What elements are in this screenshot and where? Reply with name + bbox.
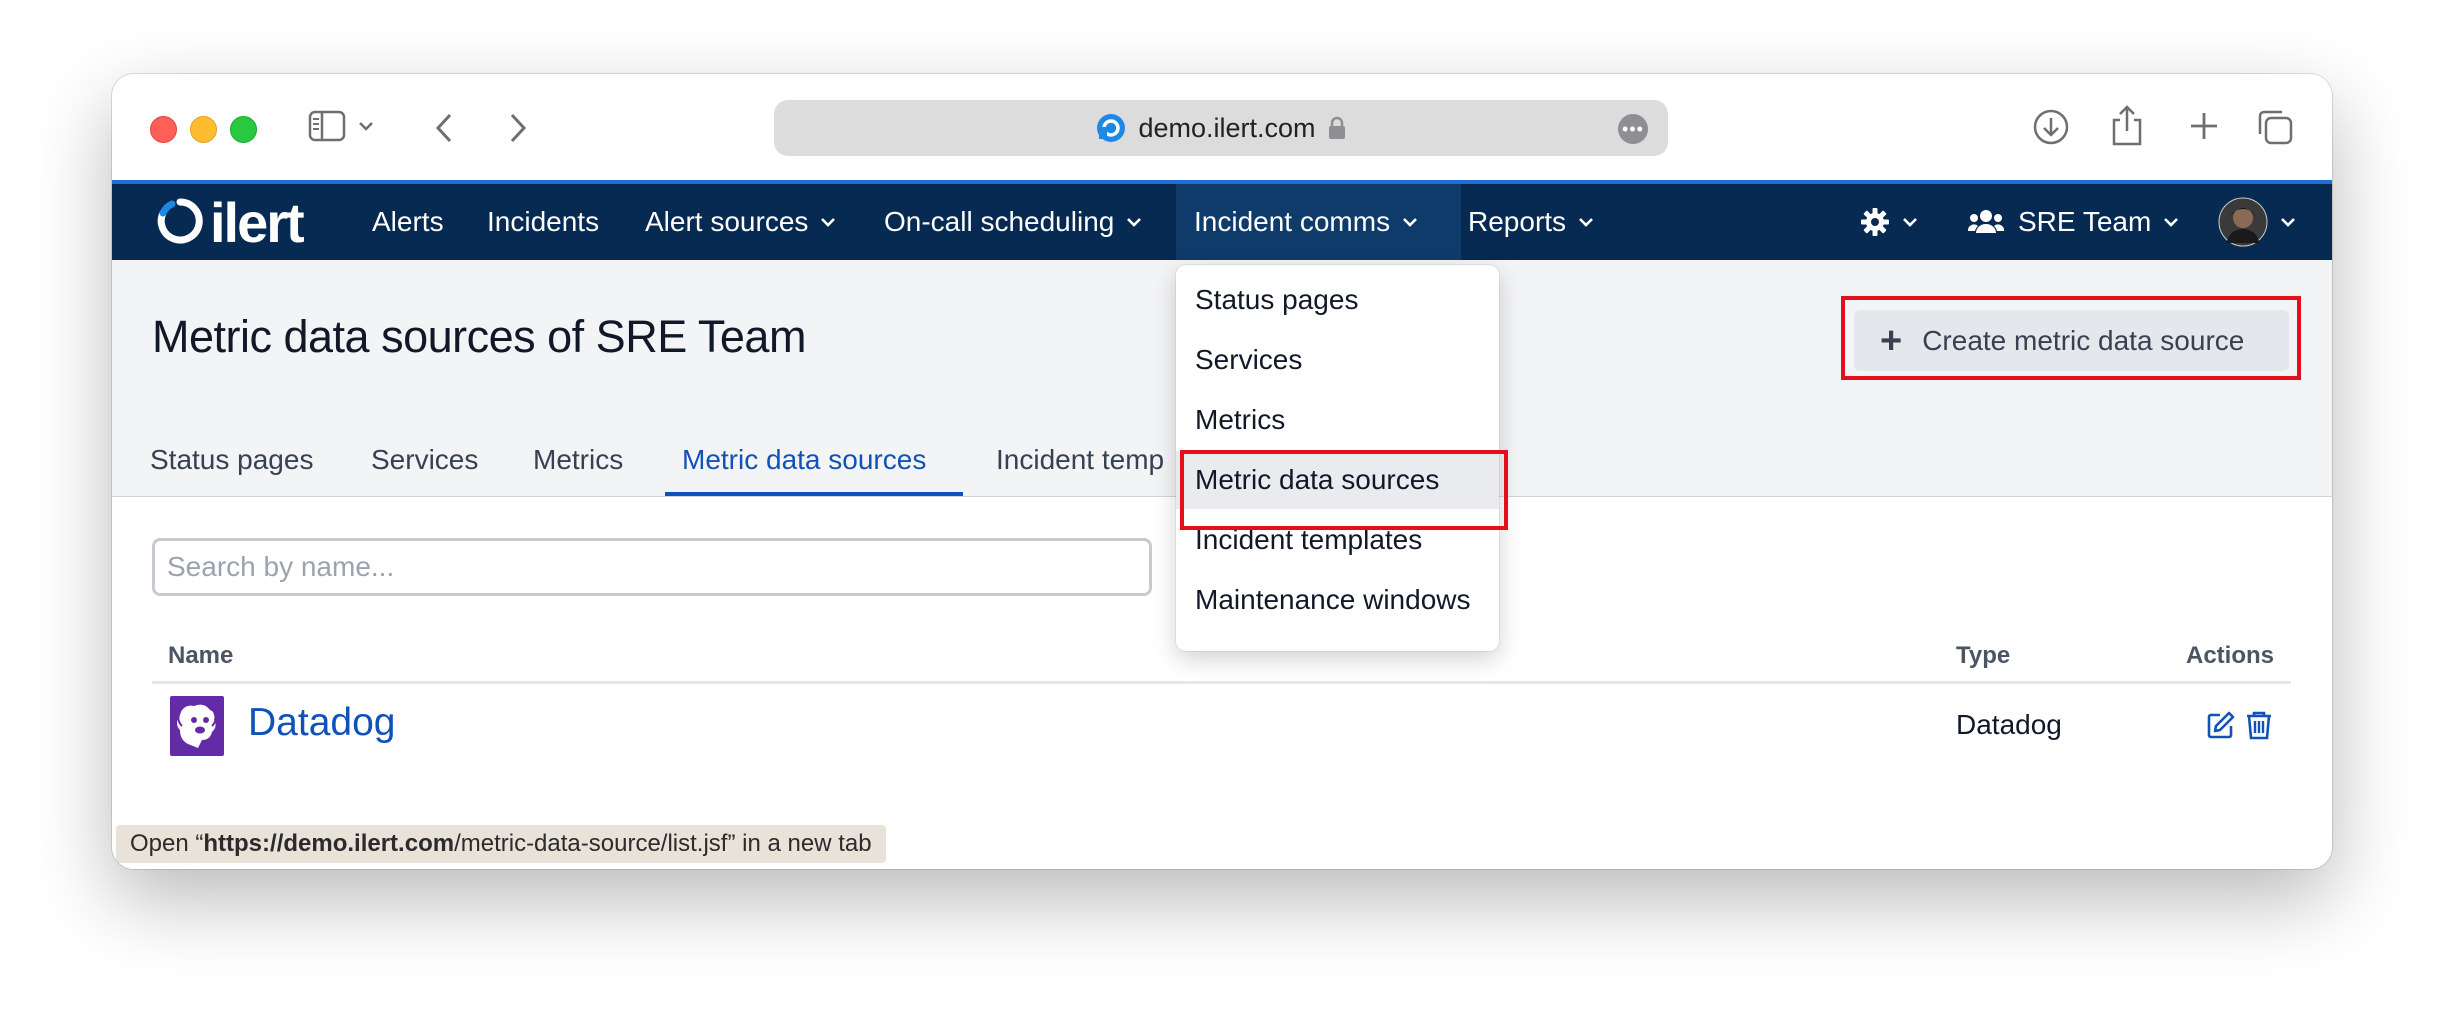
tab-services[interactable]: Services [371, 444, 478, 476]
chevron-down-icon [1403, 218, 1417, 227]
chevron-down-icon [1903, 218, 1917, 227]
menu-item-status-pages[interactable]: Status pages [1176, 271, 1499, 329]
chevron-down-icon [1127, 218, 1142, 227]
nav-incidents[interactable]: Incidents [487, 184, 599, 260]
user-menu[interactable] [2218, 184, 2296, 260]
tab-incident-templates[interactable]: Incident temp [996, 444, 1164, 476]
ilert-logo[interactable]: ilert [156, 190, 305, 254]
nav-on-call-scheduling[interactable]: On-call scheduling [884, 184, 1142, 260]
nav-incident-comms[interactable]: Incident comms [1176, 184, 1461, 260]
tab-overview-icon[interactable] [2256, 108, 2294, 146]
datasource-type: Datadog [1956, 709, 2062, 740]
chevron-down-icon [2281, 218, 2295, 227]
nav-incidents-label: Incidents [487, 206, 600, 237]
logo-text: ilert [210, 190, 305, 254]
nav-alerts[interactable]: Alerts [372, 184, 444, 260]
chevron-down-icon [821, 218, 836, 227]
close-window-button[interactable] [150, 116, 177, 143]
chevron-down-icon [1579, 218, 1593, 227]
statusbar-prefix: Open “ [130, 830, 204, 857]
highlight-box-menu-item [1180, 450, 1508, 530]
statusbar-path: /metric-data-source/list.jsf [454, 830, 728, 857]
ilert-logo-icon [157, 198, 203, 244]
page-title: Metric data sources of SRE Team [152, 311, 806, 362]
users-icon [1968, 210, 2004, 233]
gear-icon [1861, 208, 1889, 236]
sidebar-icon[interactable] [308, 110, 346, 142]
menu-item-services[interactable]: Services [1176, 331, 1499, 389]
address-url: demo.ilert.com [1138, 112, 1316, 143]
chevron-down-icon [2164, 218, 2179, 227]
address-bar[interactable]: demo.ilert.com ••• [774, 100, 1668, 156]
edit-icon[interactable] [2206, 710, 2236, 740]
datadog-icon [170, 696, 224, 756]
download-icon[interactable] [2032, 108, 2070, 146]
main-navbar: ilert Alerts Incidents Alert sources On-… [112, 180, 2332, 260]
link-preview-statusbar: Open “https://demo.ilert.com/metric-data… [116, 825, 886, 863]
nav-incident-comms-label: Incident comms [1194, 206, 1391, 237]
nav-reports-label: Reports [1468, 206, 1567, 237]
lock-icon [1328, 116, 1345, 139]
tab-metrics[interactable]: Metrics [533, 444, 623, 476]
statusbar-host: https://demo.ilert.com [203, 830, 455, 857]
nav-reports[interactable]: Reports [1468, 184, 1594, 260]
team-switcher[interactable]: SRE Team [1968, 184, 2179, 260]
chevron-down-icon[interactable] [358, 120, 374, 132]
minimize-window-button[interactable] [190, 116, 217, 143]
nav-alert-sources[interactable]: Alert sources [645, 184, 836, 260]
new-tab-icon[interactable] [2188, 110, 2220, 142]
datasource-name-link[interactable]: Datadog [248, 701, 395, 745]
team-label: SRE Team [2018, 206, 2152, 237]
search-input[interactable] [152, 538, 1152, 596]
column-header-actions: Actions [2186, 642, 2275, 669]
browser-toolbar: demo.ilert.com ••• [112, 74, 2332, 181]
column-header-type[interactable]: Type [1956, 642, 2010, 670]
share-icon[interactable] [2110, 104, 2144, 146]
tab-metric-data-sources[interactable]: Metric data sources [682, 444, 926, 476]
avatar [2218, 197, 2268, 247]
menu-item-maintenance-windows[interactable]: Maintenance windows [1176, 571, 1499, 629]
browser-window: demo.ilert.com ••• ilert Alerts Incident… [112, 74, 2332, 869]
menu-item-metrics[interactable]: Metrics [1176, 391, 1499, 449]
active-tab-indicator [665, 492, 963, 496]
nav-alerts-label: Alerts [372, 206, 444, 237]
settings-menu[interactable] [1860, 184, 1918, 260]
forward-icon[interactable] [508, 112, 528, 144]
back-icon[interactable] [434, 112, 454, 144]
nav-on-call-scheduling-label: On-call scheduling [884, 206, 1115, 237]
more-options-icon[interactable]: ••• [1618, 114, 1648, 144]
highlight-box-create [1841, 296, 2301, 380]
table-header-divider [152, 681, 2291, 684]
trash-icon[interactable] [2244, 710, 2274, 740]
column-header-name[interactable]: Name [168, 642, 233, 670]
site-favicon-icon [1097, 114, 1126, 142]
tab-status-pages[interactable]: Status pages [150, 444, 313, 476]
nav-alert-sources-label: Alert sources [645, 206, 809, 237]
statusbar-suffix: ” in a new tab [727, 830, 872, 857]
zoom-window-button[interactable] [230, 116, 257, 143]
